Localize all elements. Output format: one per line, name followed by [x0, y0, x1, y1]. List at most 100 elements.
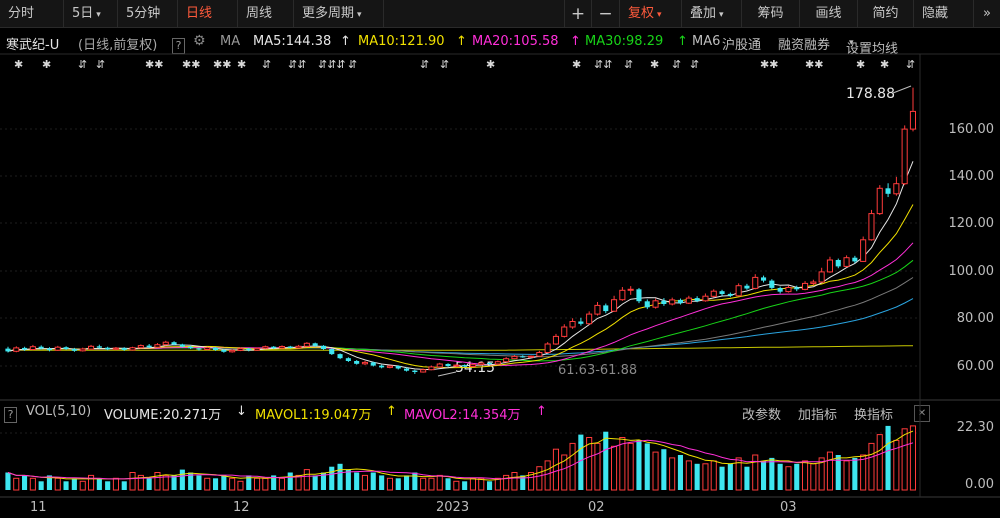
candle-body: [54, 346, 61, 351]
candle-body: [469, 364, 476, 368]
candle-body: [171, 342, 177, 345]
event-marker-icon: ⇵⇵⇵: [318, 58, 346, 71]
candle-body: [569, 321, 576, 328]
volume-bar: [79, 480, 86, 491]
volume-bar: [303, 469, 310, 491]
candle-body: [901, 128, 908, 185]
volume-bar: [237, 480, 244, 491]
candle-body: [677, 299, 683, 304]
volume-bar: [652, 451, 659, 491]
volume-bar: [802, 460, 809, 491]
candle-body: [154, 344, 161, 348]
candle-body: [329, 349, 335, 355]
candle-body: [146, 345, 152, 348]
candle-body: [213, 347, 219, 350]
volume-bar: [752, 454, 759, 491]
candle-body: [552, 335, 560, 345]
event-marker-icon: ✱: [486, 58, 495, 71]
volume-bar: [685, 460, 692, 491]
candle-body: [868, 213, 875, 241]
volume-bar: [536, 466, 543, 491]
candle-body: [105, 347, 111, 350]
candle-body: [337, 354, 343, 359]
volume-bar: [544, 460, 551, 491]
candle-body: [137, 345, 144, 349]
candle-body: [710, 290, 717, 297]
volume-bar: [511, 472, 518, 491]
candle-body: [769, 280, 775, 288]
candle-body: [278, 346, 285, 349]
event-marker-icon: ✱: [237, 58, 246, 71]
candle-body: [271, 346, 277, 349]
candle-body: [860, 239, 867, 262]
volume-bar: [5, 472, 11, 490]
candle-body: [694, 298, 700, 301]
kline-chart[interactable]: ✱ ✱ ⇵ ⇵ ✱✱ ✱✱ ✱✱ ✱ ⇵ ⇵⇵ ⇵⇵⇵ ⇵ ⇵ ⇵ ✱ ✱ ⇵⇵ ⇵ ✱ ⇵ ⇵ ✱✱ ✱✱ ✱ ✱ ⇵: [0, 0, 1000, 518]
event-marker-icon: ✱: [14, 58, 23, 71]
candle-body: [196, 348, 202, 350]
volume-bar: [312, 475, 318, 490]
candle-body: [810, 281, 817, 284]
candle-body: [445, 364, 451, 367]
candle-body: [379, 365, 385, 368]
volume-bar: [462, 481, 468, 490]
volume-bar: [761, 460, 767, 490]
volume-bar: [412, 472, 418, 490]
candle-body: [29, 346, 36, 351]
candle-body: [843, 257, 850, 267]
volume-bar: [453, 480, 460, 491]
volume-bar: [354, 472, 360, 490]
volume-bar: [702, 463, 709, 491]
volume-bar: [644, 443, 650, 490]
volume-bar: [420, 477, 427, 491]
volume-bar: [105, 481, 111, 490]
candle-body: [835, 260, 841, 267]
volume-bar: [13, 477, 20, 491]
candle-body: [520, 356, 526, 358]
volume-bar: [229, 477, 236, 491]
candle-body: [702, 295, 709, 302]
candle-body: [802, 282, 809, 290]
volume-bar: [826, 451, 834, 491]
event-marker-icon: ⇵: [440, 58, 449, 71]
event-marker-icon: ✱: [856, 58, 865, 71]
candle-body: [287, 346, 293, 348]
volume-bar: [552, 448, 560, 491]
volume-bar: [295, 474, 302, 491]
volume-bar: [487, 481, 493, 490]
volume-bar: [38, 481, 44, 490]
volume-bar: [345, 469, 351, 490]
candle-body: [487, 363, 493, 364]
volume-bar: [162, 474, 169, 491]
volume-bar: [777, 463, 783, 490]
candle-body: [727, 293, 733, 296]
candle-body: [179, 344, 185, 347]
candle-body: [852, 257, 858, 262]
candle-body: [404, 368, 410, 371]
candle-body: [777, 288, 783, 292]
volume-bar: [404, 475, 410, 490]
volume-bar: [112, 477, 120, 491]
candle-body: [735, 285, 742, 297]
candle-body: [395, 366, 401, 369]
event-marker-icon: ⇵: [96, 58, 105, 71]
candle-body: [619, 289, 626, 301]
candle-body: [453, 364, 460, 367]
volume-bar: [876, 434, 883, 491]
candle-body: [188, 346, 194, 349]
candle-body: [361, 361, 368, 365]
volume-bar: [278, 477, 285, 491]
volume-bar: [569, 442, 576, 491]
mavol1-line: [7, 430, 914, 481]
volume-bar: [213, 478, 219, 490]
volume-bar: [29, 477, 36, 491]
candle-body: [885, 188, 891, 194]
event-marker-icon: ⇵: [624, 58, 633, 71]
event-marker-icon: ⇵: [78, 58, 87, 71]
volume-bar: [719, 466, 725, 490]
volume-bar: [171, 475, 177, 490]
volume-bar: [860, 454, 867, 491]
volume-bar: [121, 481, 127, 490]
event-marker-icon: ⇵: [420, 58, 429, 71]
volume-bar: [710, 460, 717, 491]
